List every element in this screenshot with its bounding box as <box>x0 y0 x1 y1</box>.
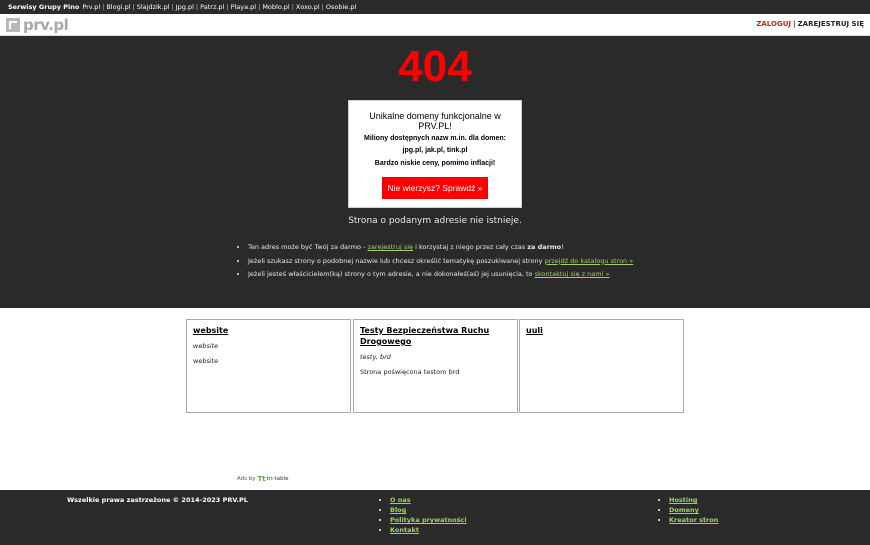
site-header: prv.pl ZALOGUJ | ZAREJESTRUJ SIĘ <box>0 14 870 36</box>
auth-separator: | <box>793 20 796 28</box>
tip-emphasis: za darmo <box>527 243 562 251</box>
footer-links-services: Hosting Domeny Kreator stron <box>661 495 718 525</box>
network-link-moblo[interactable]: Moblo.pl <box>262 3 289 11</box>
footer-link-domains[interactable]: Domeny <box>669 506 699 514</box>
tip-text: Jeżeli szukasz strony o podobnej nazwie … <box>248 256 545 265</box>
tip-text: Jeżeli jesteś właścicielem(ką) strony o … <box>248 270 535 278</box>
site-card: Testy Bezpieczeństwa Ruchu Drogowego tes… <box>353 319 518 413</box>
divider: | <box>132 3 135 11</box>
auth-links: ZALOGUJ | ZAREJESTRUJ SIĘ <box>756 14 864 35</box>
logo-text: prv.pl <box>23 15 69 34</box>
site-card-title[interactable]: uuli <box>526 325 677 336</box>
list-item: Ten adres może być Twój za darmo - zarej… <box>248 241 633 255</box>
divider: | <box>321 3 324 11</box>
footer-link-contact[interactable]: Kontakt <box>390 526 419 534</box>
site-card-tags: testy, brd <box>360 353 391 361</box>
list-item: Domeny <box>669 505 718 515</box>
ads-label: Ads by <box>237 476 256 482</box>
footer-link-blog[interactable]: Blog <box>390 506 406 514</box>
list-item: Kontakt <box>390 525 467 535</box>
promo-line: Miliony dostępnych nazw m.in. dla domen: <box>364 135 506 142</box>
network-bar: Serwisy Grupy Pino Prv.pl | Blogi.pl | Slajdz… <box>0 0 870 14</box>
footer-link-site-builder[interactable]: Kreator stron <box>669 516 718 524</box>
network-link-xoxo[interactable]: Xoxo.pl <box>296 3 320 11</box>
site-card-tags: website <box>193 342 219 350</box>
domain-promo-box: Unikalne domeny funkcjonalne w PRV.PL! M… <box>348 100 522 208</box>
network-link-osobie[interactable]: Osobie.pl <box>326 3 356 11</box>
error-code: 404 <box>398 42 472 91</box>
divider: | <box>102 3 105 11</box>
network-link-jpg[interactable]: Jpg.pl <box>176 3 194 11</box>
list-item: Kreator stron <box>669 515 718 525</box>
tri-table-link[interactable]: Tt tri-table <box>258 475 289 483</box>
divider: | <box>291 3 294 11</box>
divider: | <box>195 3 199 11</box>
copyright: Wszelkie prawa zastrzeżone © 2014-2023 P… <box>67 496 248 504</box>
error-section: 404 Unikalne domeny funkcjonalne w PRV.P… <box>0 36 870 308</box>
divider: | <box>226 3 229 11</box>
site-footer: Wszelkie prawa zastrzeżone © 2014-2023 P… <box>0 490 870 545</box>
footer-link-about[interactable]: O nas <box>390 496 411 504</box>
footer-links-company: O nas Blog Polityka prywatności Kontakt <box>382 495 467 535</box>
promo-title: Unikalne domeny funkcjonalne w PRV.PL! <box>369 111 501 131</box>
site-card-description: Strona poświęcona testom brd <box>360 368 460 376</box>
promo-prices: Bardzo niskie ceny, pomimo inflacji! <box>374 160 496 167</box>
network-link-slajdzik[interactable]: Slajdzik.pl <box>137 3 170 11</box>
site-card-description: website <box>193 357 219 365</box>
list-item: Jeżeli szukasz strony o podobnej nazwie … <box>248 255 633 269</box>
list-item: O nas <box>390 495 467 505</box>
network-link-patrz[interactable]: Patrz.pl <box>200 3 224 11</box>
network-link-playa[interactable]: Playa.pl <box>231 3 257 11</box>
tri-table-brand: tri-table <box>266 476 289 482</box>
list-item: Blog <box>390 505 467 515</box>
login-link[interactable]: ZALOGUJ <box>756 20 791 28</box>
site-card: uuli <box>519 319 684 413</box>
footer-link-privacy[interactable]: Polityka prywatności <box>390 516 467 524</box>
network-link-prv[interactable]: Prv.pl <box>82 3 100 11</box>
list-item: Hosting <box>669 495 718 505</box>
register-link[interactable]: ZAREJESTRUJ SIĘ <box>798 20 864 28</box>
tri-table-icon: Tt <box>257 475 266 483</box>
promo-domains: jpg.pl, jak.pl, tink.pl <box>402 147 468 154</box>
footer-link-hosting[interactable]: Hosting <box>669 496 697 504</box>
tip-text: i korzystaj z niego przez cały czas <box>413 243 528 251</box>
tip-text: Ten adres może być Twój za darmo - <box>248 243 368 251</box>
contact-link[interactable]: skontaktuj się z nami » <box>535 270 610 278</box>
tip-text: ! <box>561 243 564 251</box>
register-free-link[interactable]: zarejestruj się <box>368 243 414 251</box>
promo-check-button[interactable]: Nie wierzysz? Sprawdź » <box>381 177 489 199</box>
not-found-message: Strona o podanym adresie nie istnieje. <box>348 216 522 226</box>
site-card-title[interactable]: Testy Bezpieczeństwa Ruchu Drogowego <box>360 325 511 347</box>
tips-list: Ten adres może być Twój za darmo - zarej… <box>238 241 633 282</box>
logo-icon <box>6 17 20 32</box>
list-item: Polityka prywatności <box>390 515 467 525</box>
ads-attribution: Ads by Tt tri-table <box>237 475 289 483</box>
site-card: website website website <box>186 319 351 413</box>
network-link-blogi[interactable]: Blogi.pl <box>106 3 130 11</box>
list-item: Jeżeli jesteś właścicielem(ką) strony o … <box>248 268 633 282</box>
divider: | <box>258 3 261 11</box>
site-logo[interactable]: prv.pl <box>6 15 69 34</box>
divider: | <box>171 3 174 11</box>
network-brand: Serwisy Grupy Pino <box>8 3 80 11</box>
catalog-link[interactable]: przejdź do katalogu stron » <box>545 257 634 265</box>
site-card-title[interactable]: website <box>193 325 344 336</box>
